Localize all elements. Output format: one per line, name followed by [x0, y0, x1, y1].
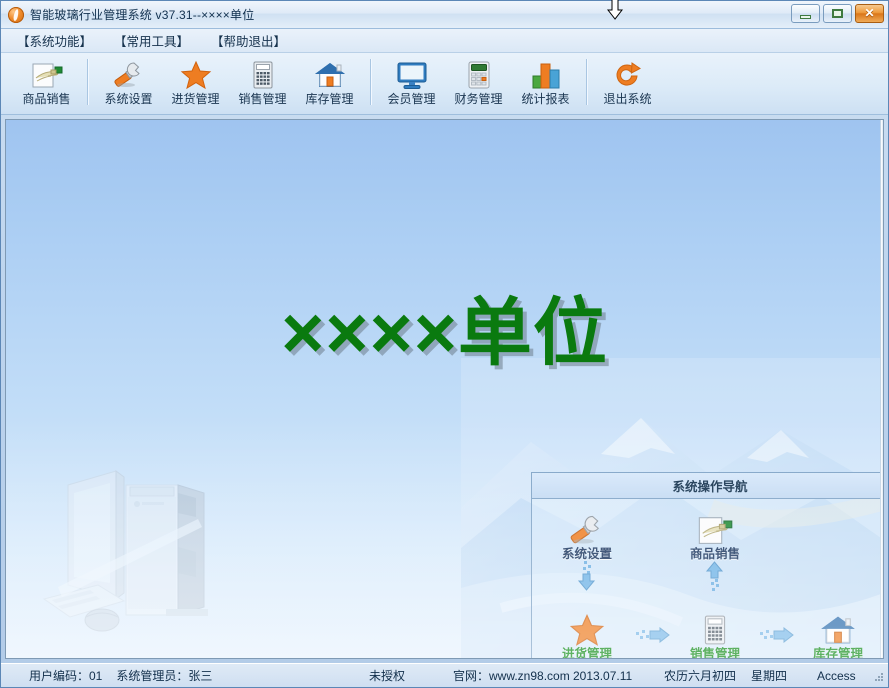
wrench-screwdriver-icon [538, 509, 636, 547]
minimize-button[interactable] [791, 4, 820, 23]
vertical-scrollbar[interactable] [880, 120, 883, 658]
resize-grip-icon[interactable] [872, 672, 884, 684]
nav-panel-body: 系统设置 商品销售 进货管理 销售管理 库存管理 [532, 499, 883, 659]
resize-cursor-icon [606, 0, 624, 20]
nav-label: 销售管理 [689, 647, 740, 659]
toolbar: 商品销售 系统设置 进货管理 销售管理 库存管理 会员管理 财务管理 统计报表 … [1, 53, 888, 115]
house-icon [311, 58, 349, 92]
toolbar-purchase-management[interactable]: 进货管理 [162, 57, 229, 113]
menu-system-functions[interactable]: 【系统功能】 [13, 29, 110, 52]
toolbar-label: 退出系统 [603, 92, 652, 106]
status-admin: 系统管理员：张三 [116, 669, 213, 683]
title-bar: 智能玻璃行业管理系统 v37.31--××××单位 ✕ [1, 1, 888, 29]
flame-circle-icon [8, 6, 24, 23]
status-lunar-date: 农历六月初四 [664, 669, 737, 683]
star-icon [538, 609, 636, 647]
status-database: Access [817, 668, 856, 683]
application-window: 智能玻璃行业管理系统 v37.31--××××单位 ✕ 【系统功能】 【常用工具… [0, 0, 889, 688]
toolbar-label: 统计报表 [521, 92, 570, 106]
arrow-right-icon [760, 627, 794, 643]
window-controls: ✕ [791, 4, 884, 23]
toolbar-label: 会员管理 [387, 92, 436, 106]
monitor-icon [393, 58, 431, 92]
toolbar-label: 商品销售 [22, 92, 71, 106]
toolbar-separator [370, 59, 371, 105]
toolbar-system-settings[interactable]: 系统设置 [95, 57, 162, 113]
exit-refresh-icon [609, 58, 647, 92]
menu-help-exit[interactable]: 【帮助退出】 [207, 29, 304, 52]
calculator-icon [666, 609, 764, 647]
toolbar-label: 进货管理 [171, 92, 220, 106]
toolbar-label: 财务管理 [454, 92, 503, 106]
window-title: 智能玻璃行业管理系统 v37.31--××××单位 [30, 8, 255, 22]
nav-system-settings[interactable]: 系统设置 [538, 509, 636, 562]
nav-label: 系统设置 [561, 547, 612, 561]
menu-bar: 【系统功能】 【常用工具】 【帮助退出】 [1, 29, 888, 53]
nav-product-sales[interactable]: 商品销售 [666, 509, 764, 562]
close-button[interactable]: ✕ [855, 4, 884, 23]
star-icon [177, 58, 215, 92]
maximize-button[interactable] [823, 4, 852, 23]
arrow-right-icon [636, 627, 670, 643]
toolbar-inventory-management[interactable]: 库存管理 [296, 57, 363, 113]
toolbar-label: 库存管理 [305, 92, 354, 106]
nav-panel-header: 系统操作导航 [532, 473, 883, 499]
nav-label: 进货管理 [561, 647, 612, 659]
status-date: 2013.07.11 [573, 668, 633, 683]
wrench-screwdriver-icon [110, 58, 148, 92]
toolbar-separator [586, 59, 587, 105]
nav-label: 库存管理 [812, 647, 863, 659]
menu-common-tools[interactable]: 【常用工具】 [110, 29, 207, 52]
close-icon: ✕ [864, 5, 875, 20]
toolbar-product-sales[interactable]: 商品销售 [13, 57, 80, 113]
maximize-icon [832, 9, 843, 18]
status-user-code: 用户编码：01 [29, 669, 103, 683]
nav-label: 商品销售 [689, 547, 740, 561]
system-navigation-panel: 系统操作导航 系统设置 商品销售 进货管理 销售管理 库存管理 [531, 472, 883, 659]
status-weekday: 星期四 [751, 669, 788, 683]
toolbar-statistics-report[interactable]: 统计报表 [512, 57, 579, 113]
nav-inventory-management[interactable]: 库存管理 [789, 609, 883, 659]
toolbar-label: 销售管理 [238, 92, 287, 106]
status-license: 未授权 [369, 669, 406, 683]
hand-document-icon [666, 509, 764, 547]
minimize-icon [800, 14, 811, 19]
toolbar-sales-management[interactable]: 销售管理 [229, 57, 296, 113]
toolbar-exit-system[interactable]: 退出系统 [594, 57, 661, 113]
nav-purchase-management[interactable]: 进货管理 [538, 609, 636, 659]
desktop-computer-watermark [42, 470, 208, 632]
calculator-keypad-icon [460, 58, 498, 92]
status-website: 官网：www.zn98.com [453, 669, 570, 683]
toolbar-label: 系统设置 [104, 92, 153, 106]
arrow-up-icon [705, 561, 724, 591]
bar-chart-icon [527, 58, 565, 92]
status-bar: 用户编码：01 系统管理员：张三 未授权 官网：www.zn98.com 201… [1, 663, 888, 687]
page-title: ××××单位 [281, 291, 608, 374]
nav-sales-management[interactable]: 销售管理 [666, 609, 764, 659]
toolbar-member-management[interactable]: 会员管理 [378, 57, 445, 113]
house-icon [789, 609, 883, 647]
toolbar-finance-management[interactable]: 财务管理 [445, 57, 512, 113]
desktop-area: ××××单位 系统操作导航 系统设置 商品销售 进货管理 销售管理 库存管理 [5, 119, 884, 659]
toolbar-separator [87, 59, 88, 105]
hand-document-icon [28, 58, 66, 92]
calculator-icon [244, 58, 282, 92]
arrow-down-icon [577, 561, 596, 591]
